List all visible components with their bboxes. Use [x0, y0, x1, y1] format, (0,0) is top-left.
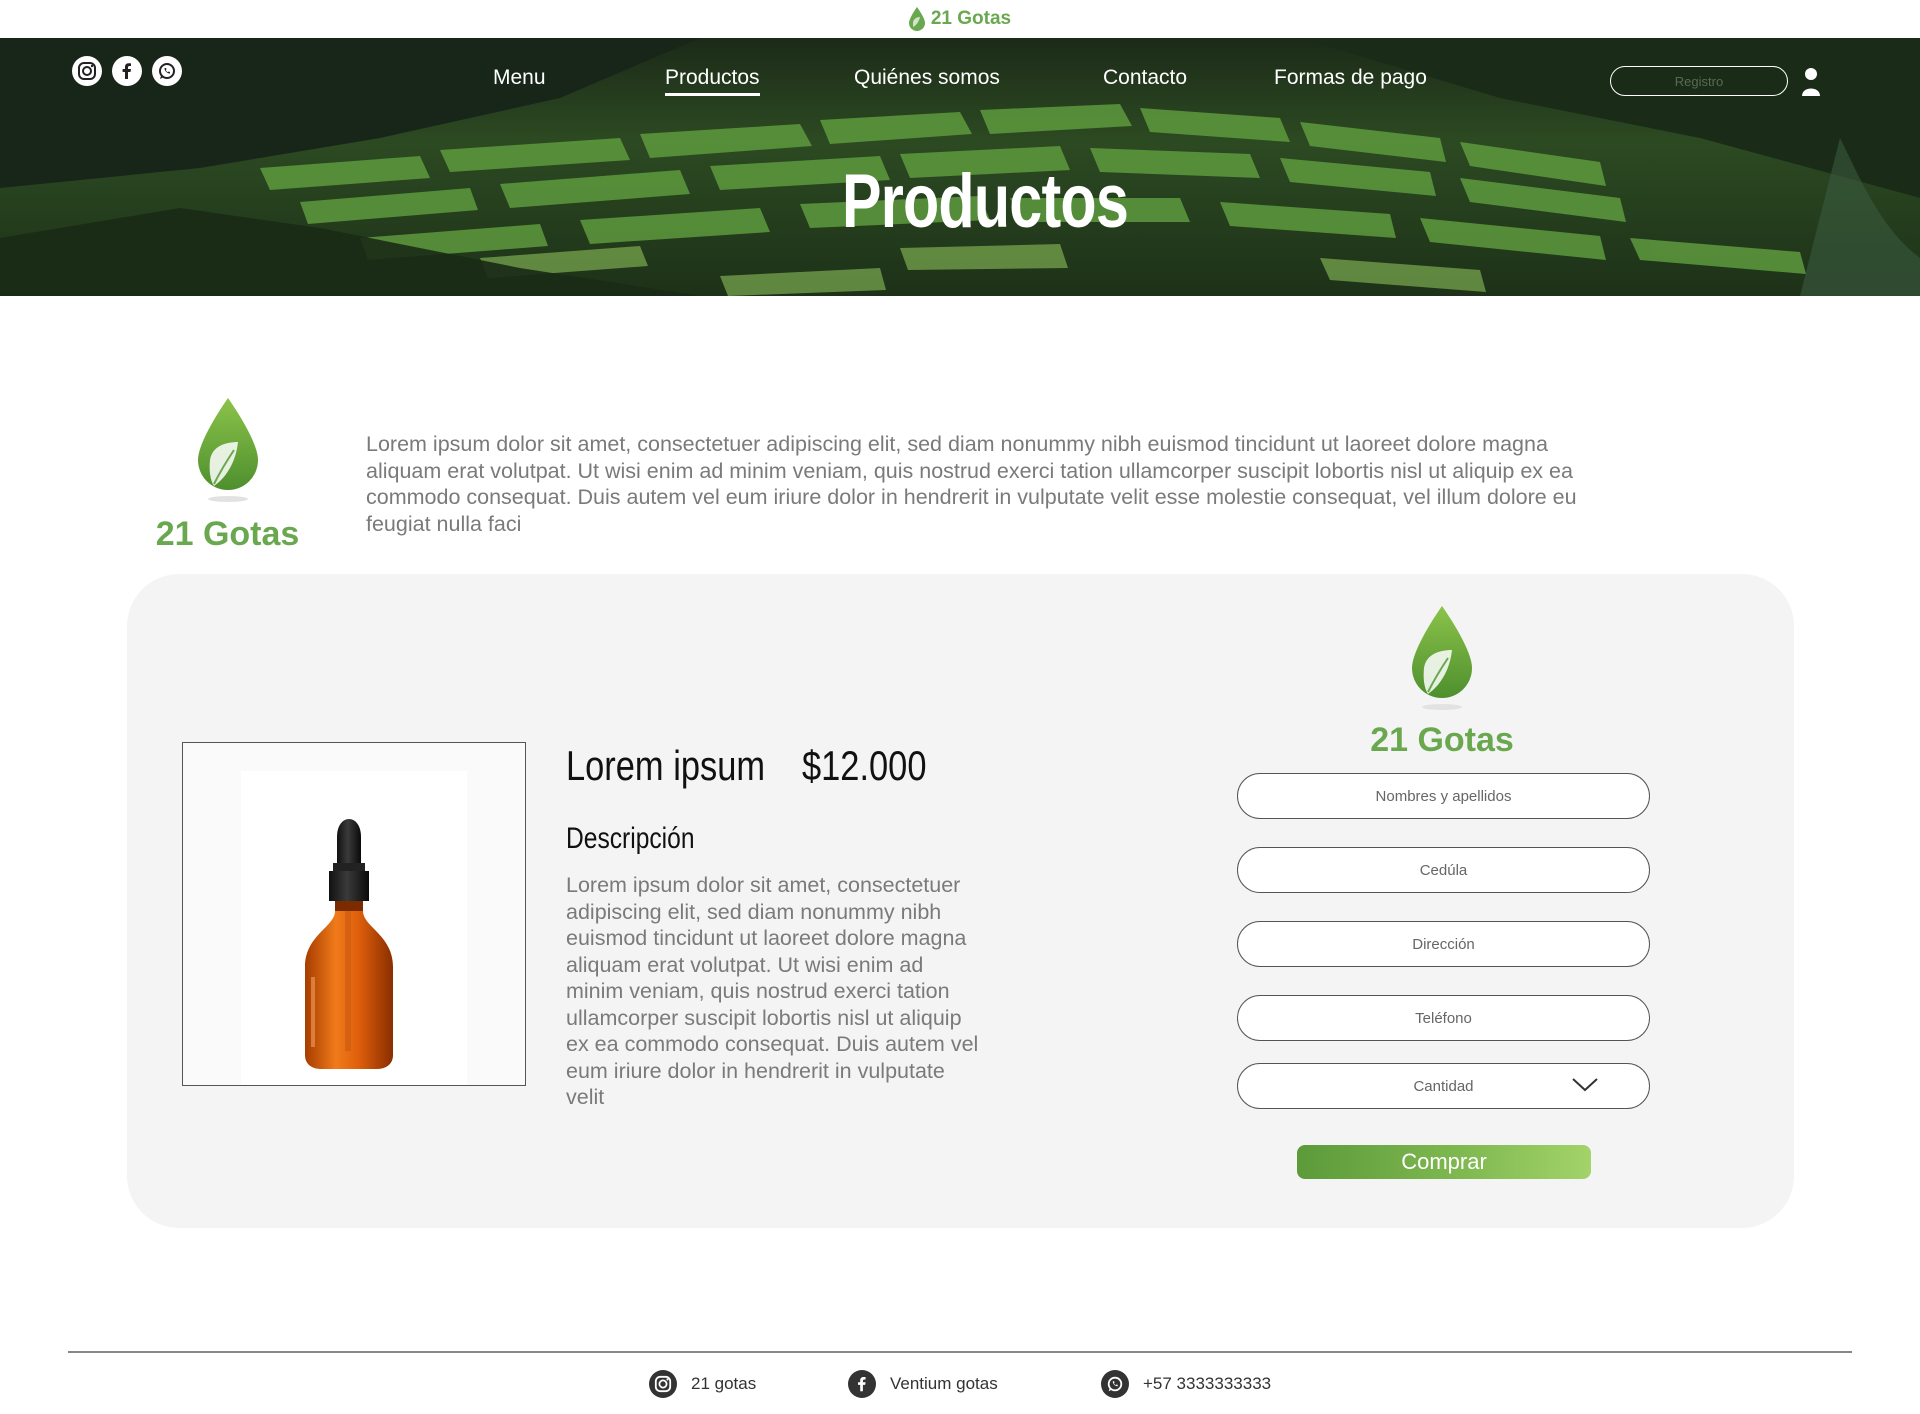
product-name: Lorem ipsum [566, 742, 766, 789]
footer-whatsapp-label: +57 3333333333 [1143, 1374, 1272, 1393]
page-title: Productos [841, 159, 1129, 244]
footer-divider [68, 1351, 1852, 1353]
product-image [182, 742, 526, 1086]
chevron-down-icon [1572, 1078, 1598, 1092]
footer-instagram[interactable]: 21 gotas [649, 1370, 756, 1398]
cedula-field[interactable] [1237, 847, 1650, 893]
facebook-icon [848, 1370, 876, 1398]
hero-banner: Menu Productos Quiénes somos Contacto Fo… [0, 38, 1920, 296]
product-description: Lorem ipsum dolor sit amet, consectetuer… [566, 873, 979, 1109]
registro-input[interactable] [1610, 66, 1788, 96]
nav-productos[interactable]: Productos [665, 66, 760, 96]
nav-contacto[interactable]: Contacto [1103, 66, 1187, 90]
intro-brand-name: 21 Gotas [155, 515, 300, 553]
quantity-select-label: Cantidad [1413, 1077, 1474, 1095]
form-brand-logo: 21 Gotas [1362, 606, 1522, 760]
intro-brand-logo: 21 Gotas [150, 398, 305, 554]
intro-paragraph: Lorem ipsum dolor sit amet, consectetuer… [366, 432, 1577, 536]
description-heading: Descripción [566, 822, 695, 855]
phone-field[interactable] [1237, 995, 1650, 1041]
name-field[interactable] [1237, 773, 1650, 819]
drop-logo-icon [1412, 606, 1472, 710]
top-brand-bar: 21 Gotas [0, 0, 1920, 38]
nav-formas-de-pago[interactable]: Formas de pago [1274, 66, 1427, 90]
quantity-select[interactable]: Cantidad [1237, 1063, 1650, 1109]
drop-logo-icon [908, 7, 925, 31]
footer-whatsapp[interactable]: +57 3333333333 [1101, 1370, 1271, 1398]
footer-facebook[interactable]: Ventium gotas [848, 1370, 998, 1398]
address-field[interactable] [1237, 921, 1650, 967]
product-price: $12.000 [802, 742, 927, 789]
drop-logo-icon [197, 398, 258, 502]
instagram-icon [649, 1370, 677, 1398]
top-brand-name[interactable]: 21 Gotas [931, 8, 1011, 30]
form-brand-name: 21 Gotas [1370, 721, 1514, 759]
dropper-bottle-image [305, 819, 393, 1069]
whatsapp-icon [1101, 1370, 1129, 1398]
nav-quienes-somos[interactable]: Quiénes somos [854, 66, 1000, 90]
footer-instagram-label: 21 gotas [691, 1374, 757, 1393]
footer-facebook-label: Ventium gotas [890, 1374, 998, 1393]
nav-menu[interactable]: Menu [493, 66, 546, 90]
buy-button[interactable]: Comprar [1297, 1145, 1591, 1179]
user-icon[interactable] [1800, 66, 1822, 98]
